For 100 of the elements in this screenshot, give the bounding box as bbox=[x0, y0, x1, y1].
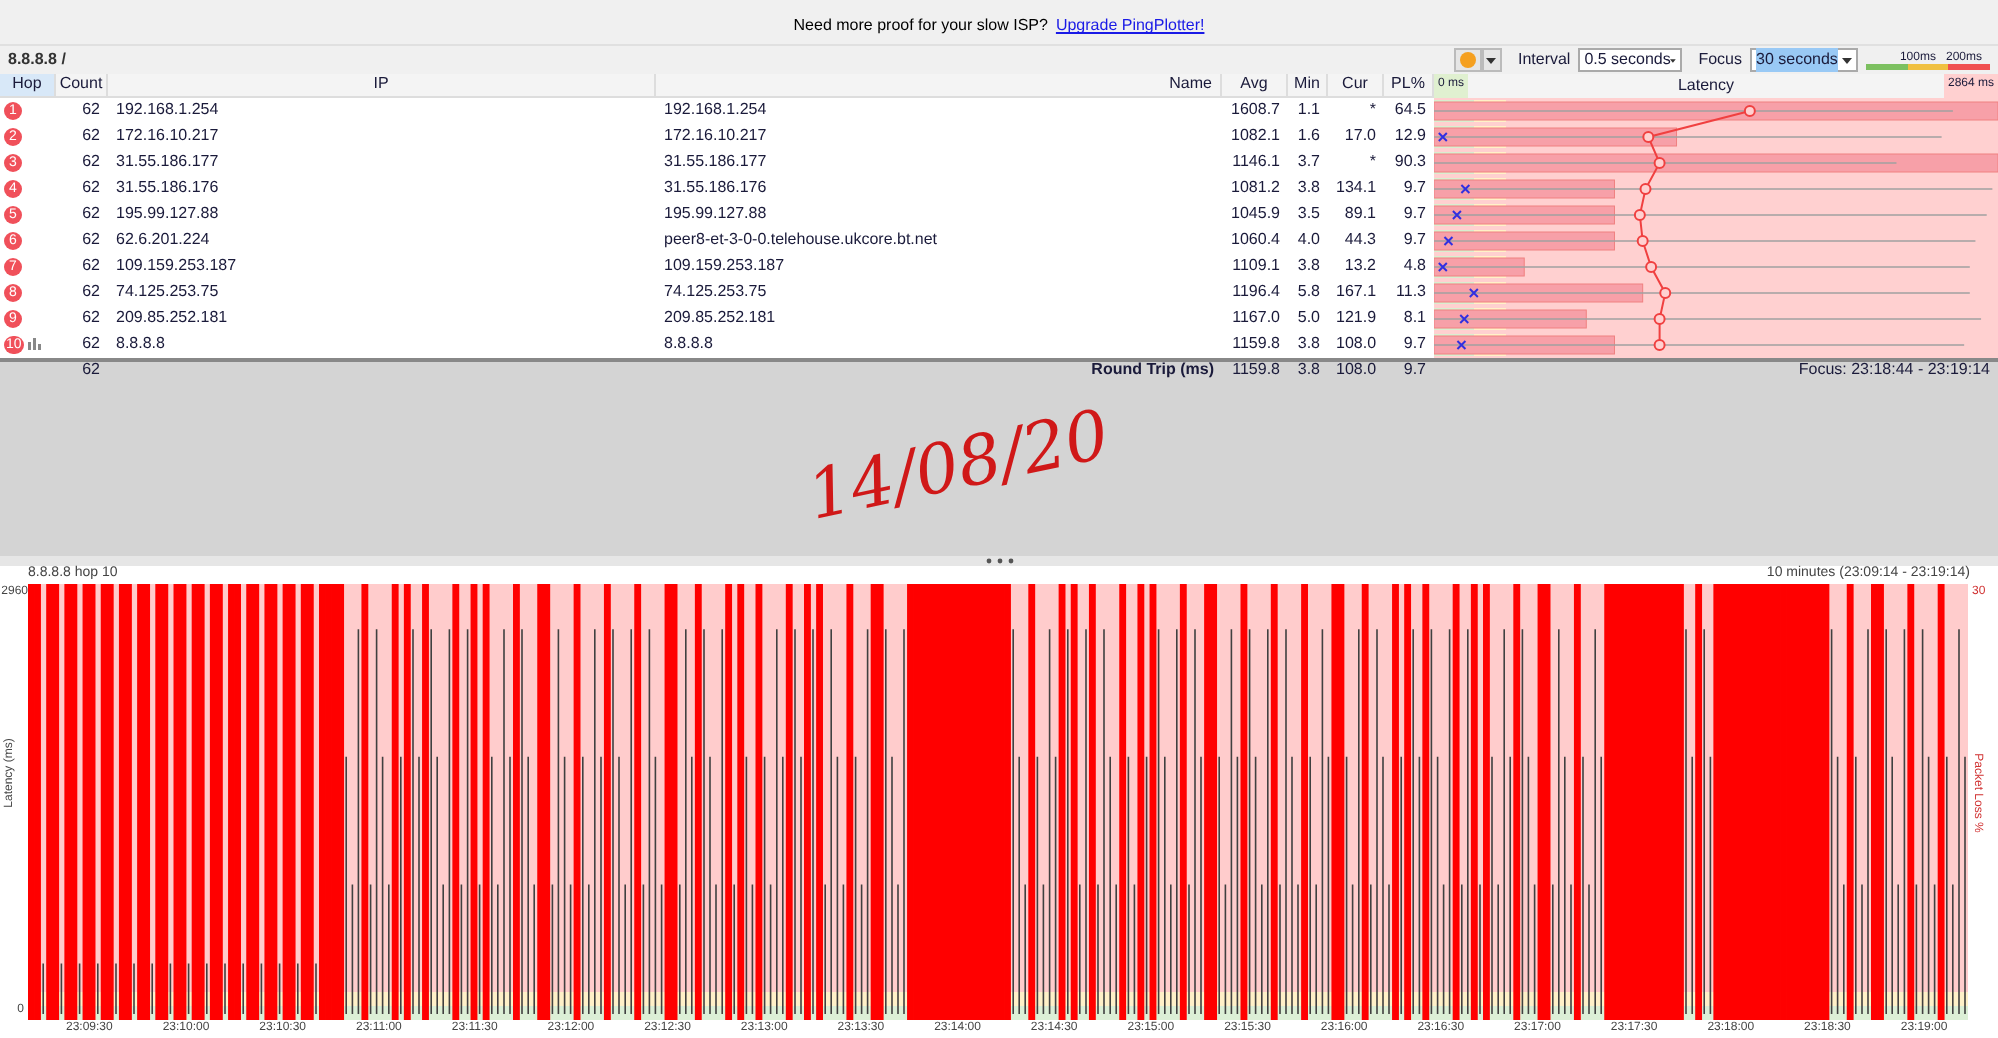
handwritten-date: 14/08/20 bbox=[799, 394, 1119, 542]
table-cell: 64.5 bbox=[1394, 100, 1426, 119]
table-cell: peer8-et-3-0-0.telehouse.ukcore.bt.net bbox=[664, 230, 938, 249]
current-marker bbox=[1460, 183, 1471, 194]
table-cell: 4.0 bbox=[1297, 230, 1320, 249]
table-cell: 1608.7 bbox=[1231, 100, 1280, 119]
summary-cell: 1159.8 bbox=[1232, 360, 1280, 379]
table-cell: 62 bbox=[82, 178, 100, 197]
table-cell: 167.1 bbox=[1336, 282, 1377, 301]
table-cell: 108.0 bbox=[1336, 334, 1377, 353]
table-cell: 4.8 bbox=[1403, 256, 1426, 275]
table-cell: 172.16.10.217 bbox=[664, 126, 767, 145]
table-cell: 109.159.253.187 bbox=[664, 256, 785, 275]
column-header[interactable]: Min bbox=[1288, 73, 1328, 96]
summary-cell: 108.0 bbox=[1336, 360, 1377, 379]
table-cell: 134.1 bbox=[1336, 178, 1377, 197]
table-cell: 8.8.8.8 bbox=[116, 334, 165, 353]
table-cell: 62 bbox=[82, 100, 100, 119]
current-marker bbox=[1456, 339, 1467, 350]
table-cell: 3.8 bbox=[1297, 256, 1320, 275]
average-point bbox=[1653, 156, 1666, 169]
table-cell: 3.5 bbox=[1297, 204, 1320, 223]
table-cell: 62 bbox=[82, 308, 100, 327]
average-point bbox=[1639, 182, 1652, 195]
latency-legend-bar bbox=[1866, 63, 1990, 70]
table-cell: 1.1 bbox=[1297, 100, 1320, 119]
table-cell: 5.8 bbox=[1297, 282, 1320, 301]
upgrade-link[interactable]: Upgrade PingPlotter! bbox=[1055, 14, 1205, 39]
column-header[interactable]: Hop bbox=[0, 73, 56, 96]
average-point bbox=[1642, 130, 1655, 143]
table-cell: 9.7 bbox=[1403, 230, 1426, 249]
table-cell: 62 bbox=[82, 230, 100, 249]
focus-select[interactable]: 30 seconds bbox=[1750, 48, 1858, 73]
average-point bbox=[1633, 208, 1646, 221]
average-point bbox=[1653, 312, 1666, 325]
table-cell: 8.1 bbox=[1403, 308, 1426, 327]
target-path: 8.8.8.8 / bbox=[8, 48, 66, 73]
table-cell: 1167.0 bbox=[1232, 308, 1280, 327]
table-cell: 192.168.1.254 bbox=[664, 100, 767, 119]
table-cell: 31.55.186.176 bbox=[664, 178, 767, 197]
table-cell: 62 bbox=[82, 204, 100, 223]
average-point bbox=[1743, 104, 1756, 117]
table-cell: 3.8 bbox=[1297, 178, 1320, 197]
table-cell: 3.8 bbox=[1297, 334, 1320, 353]
table-cell: 1045.9 bbox=[1231, 204, 1280, 223]
table-cell: 62 bbox=[82, 152, 100, 171]
table-cell: 209.85.252.181 bbox=[116, 308, 228, 327]
caret-icon bbox=[1486, 57, 1497, 64]
interval-select[interactable]: 0.5 seconds bbox=[1578, 48, 1683, 73]
current-marker bbox=[1451, 209, 1462, 220]
caret-icon bbox=[1670, 57, 1677, 64]
summary-cell: 3.8 bbox=[1297, 360, 1320, 379]
table-cell: 31.55.186.177 bbox=[116, 152, 219, 171]
table-cell: 62.6.201.224 bbox=[116, 230, 210, 249]
table-cell: 62 bbox=[82, 256, 100, 275]
table-cell: 74.125.253.75 bbox=[116, 282, 219, 301]
table-cell: 62 bbox=[82, 126, 100, 145]
table-cell: 195.99.127.88 bbox=[116, 204, 219, 223]
current-marker bbox=[1468, 287, 1479, 298]
promo-text: Need more proof for your slow ISP? bbox=[793, 14, 1048, 39]
average-point bbox=[1645, 260, 1658, 273]
column-header[interactable]: Count bbox=[56, 73, 108, 96]
table-cell: 1196.4 bbox=[1232, 282, 1280, 301]
splitter-grip-icon[interactable] bbox=[985, 557, 1013, 564]
table-cell: 121.9 bbox=[1336, 308, 1377, 327]
table-cell: 1159.8 bbox=[1232, 334, 1280, 353]
table-cell: 12.9 bbox=[1394, 126, 1426, 145]
table-cell: 11.3 bbox=[1396, 282, 1426, 301]
table-cell: 17.0 bbox=[1344, 126, 1376, 145]
latency-title: Latency bbox=[1468, 73, 1944, 98]
column-header[interactable]: IP bbox=[108, 73, 656, 96]
table-cell: 62 bbox=[82, 334, 100, 353]
table-cell: 5.0 bbox=[1297, 308, 1320, 327]
table-cell: 62 bbox=[82, 282, 100, 301]
column-header[interactable]: Cur bbox=[1328, 73, 1384, 96]
table-cell: 31.55.186.176 bbox=[116, 178, 219, 197]
table-cell: 1109.1 bbox=[1232, 256, 1280, 275]
average-point bbox=[1653, 338, 1666, 351]
average-point bbox=[1659, 286, 1672, 299]
table-cell: 44.3 bbox=[1344, 230, 1376, 249]
table-cell: 209.85.252.181 bbox=[664, 308, 776, 327]
column-header[interactable]: Name bbox=[656, 73, 1222, 96]
column-header[interactable]: Avg bbox=[1222, 73, 1288, 96]
table-cell: 1146.1 bbox=[1232, 152, 1280, 171]
table-cell: 8.8.8.8 bbox=[664, 334, 713, 353]
table-cell: 1082.1 bbox=[1231, 126, 1280, 145]
table-cell: 1.6 bbox=[1297, 126, 1320, 145]
table-cell: 13.2 bbox=[1344, 256, 1376, 275]
table-cell: 1060.4 bbox=[1231, 230, 1280, 249]
table-cell: 195.99.127.88 bbox=[664, 204, 767, 223]
interval-label: Interval bbox=[1517, 48, 1571, 73]
current-marker bbox=[1437, 261, 1448, 272]
table-cell: 172.16.10.217 bbox=[116, 126, 219, 145]
table-cell: 9.7 bbox=[1403, 334, 1426, 353]
current-marker bbox=[1459, 313, 1470, 324]
table-cell: 1081.2 bbox=[1231, 178, 1280, 197]
table-cell: 31.55.186.177 bbox=[664, 152, 767, 171]
dropdown-button[interactable] bbox=[1481, 48, 1502, 73]
table-cell: 3.7 bbox=[1297, 152, 1320, 171]
table-cell: 192.168.1.254 bbox=[116, 100, 219, 119]
